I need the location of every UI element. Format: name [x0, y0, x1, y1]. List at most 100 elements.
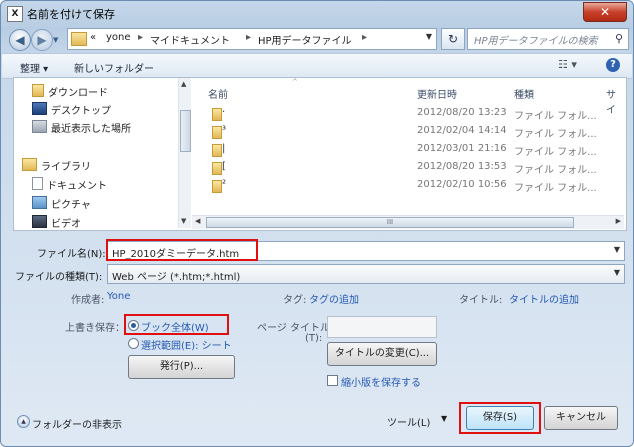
nav-item-label: ダウンロード: [48, 88, 108, 99]
refresh-button[interactable]: ↻: [441, 28, 465, 50]
file-name: ·: [222, 107, 226, 118]
highlight-box: [106, 239, 258, 261]
save-thumbnail-label[interactable]: 縮小版を保存する: [341, 374, 421, 389]
hide-folders-button[interactable]: フォルダーの非表示: [32, 416, 122, 431]
tags-label: タグ:: [283, 295, 307, 306]
address-bar[interactable]: « yone ▸ マイドキュメント ▸ HP用データファイル ▸ ▼: [67, 28, 437, 50]
page-title-input[interactable]: [327, 316, 437, 338]
breadcrumb-yone[interactable]: yone: [106, 32, 131, 43]
file-type: ファイル フォル...: [514, 165, 597, 176]
address-row: ◀ ▶ ▼ « yone ▸ マイドキュメント ▸ HP用データファイル ▸ ▼…: [1, 27, 633, 51]
selection-radio[interactable]: [128, 338, 139, 349]
scroll-down-icon[interactable]: ▼: [181, 217, 186, 225]
nav-item-downloads[interactable]: ダウンロード: [32, 84, 108, 99]
close-button[interactable]: ✕: [583, 2, 627, 22]
breadcrumb-my-documents[interactable]: マイドキュメント: [150, 32, 230, 47]
file-date: 2012/08/20 13:53: [417, 161, 507, 172]
window-title: 名前を付けて保存: [27, 8, 115, 21]
back-button[interactable]: ◀: [9, 29, 31, 51]
breadcrumb-hp-data[interactable]: HP用データファイル: [258, 32, 352, 47]
documents-icon: [32, 177, 43, 190]
help-icon[interactable]: ?: [606, 58, 620, 72]
filetype-select[interactable]: Web ページ (*.htm;*.html) ▼: [107, 264, 625, 284]
file-horizontal-scrollbar[interactable]: ◀ III ▶: [192, 215, 624, 229]
highlight-box: [459, 402, 541, 434]
back-arrow-icon: ◀: [15, 33, 25, 47]
table-row[interactable]: ² 2012/02/10 10:56 ファイル フォル...: [192, 178, 624, 194]
title-label: タイトル:: [459, 295, 503, 306]
search-input[interactable]: HP用データファイルの検索 ⚲: [467, 28, 629, 50]
organize-button[interactable]: 整理 ▾: [20, 60, 48, 75]
filename-label: ファイル名(N):: [37, 249, 106, 260]
file-type: ファイル フォル...: [514, 183, 597, 194]
tools-chevron-down-icon[interactable]: ▼: [441, 414, 447, 423]
chevron-down-icon[interactable]: ▼: [614, 245, 620, 254]
nav-item-desktop[interactable]: デスクトップ: [32, 102, 111, 117]
author-label: 作成者:: [71, 295, 105, 306]
file-type: ファイル フォル...: [514, 111, 597, 122]
table-row[interactable]: | 2012/03/01 21:16 ファイル フォル...: [192, 142, 624, 158]
nav-item-videos[interactable]: ビデオ: [32, 215, 81, 230]
nav-item-label: ライブラリ: [41, 162, 91, 173]
nav-item-documents[interactable]: ドキュメント: [32, 177, 107, 192]
file-list: ^ 名前 更新日時 種類 サイ · 2012/08/20 13:23 ファイル フォ…: [192, 78, 624, 214]
file-date: 2012/08/20 13:23: [417, 107, 507, 118]
recent-pages-dropdown[interactable]: ▼: [53, 36, 58, 44]
add-title-link[interactable]: タイトルの追加: [509, 291, 579, 306]
column-header-name[interactable]: 名前: [208, 86, 228, 101]
filetype-value: Web ページ (*.htm;*.html): [112, 272, 241, 283]
downloads-folder-icon: [32, 84, 44, 97]
highlight-box: [124, 314, 229, 335]
folder-icon: [212, 126, 222, 139]
nav-item-label: ピクチャ: [51, 200, 91, 211]
add-tags-link[interactable]: タグの追加: [309, 291, 359, 306]
author-value[interactable]: Yone: [107, 291, 130, 302]
scroll-thumb[interactable]: [180, 110, 191, 152]
file-type: ファイル フォル...: [514, 129, 597, 140]
breadcrumb-separator-icon[interactable]: ▸: [362, 32, 367, 43]
desktop-icon: [32, 102, 47, 115]
address-dropdown-icon[interactable]: ▼: [426, 32, 432, 41]
scroll-right-icon[interactable]: ▶: [616, 217, 621, 225]
column-header-type[interactable]: 種類: [514, 86, 534, 101]
videos-icon: [32, 215, 47, 228]
folder-icon: [212, 180, 222, 193]
scroll-up-icon[interactable]: ▲: [181, 80, 186, 88]
file-type: ファイル フォル...: [514, 147, 597, 158]
forward-button[interactable]: ▶: [31, 29, 53, 51]
new-folder-button[interactable]: 新しいフォルダー: [74, 60, 154, 75]
file-date: 2012/02/04 14:14: [417, 125, 507, 136]
scroll-left-icon[interactable]: ◀: [195, 217, 200, 225]
nav-item-recent-places[interactable]: 最近表示した場所: [32, 120, 131, 135]
view-options-icon[interactable]: ☷ ▾: [558, 58, 577, 71]
nav-item-label: ビデオ: [51, 219, 81, 230]
breadcrumb-separator-icon[interactable]: ▸: [246, 32, 251, 43]
selection-option[interactable]: 選択範囲(E): シート: [141, 337, 232, 352]
chevron-down-icon[interactable]: ▼: [614, 268, 620, 277]
tools-menu[interactable]: ツール(L): [387, 414, 430, 429]
publish-button[interactable]: 発行(P)...: [128, 355, 235, 379]
recent-places-icon: [32, 120, 47, 133]
file-date: 2012/02/10 10:56: [417, 179, 507, 190]
filetype-label: ファイルの種類(T):: [15, 272, 103, 283]
nav-item-libraries[interactable]: ライブラリ: [22, 158, 91, 173]
page-title-label-suffix: (T):: [305, 333, 323, 344]
table-row[interactable]: ³ 2012/02/04 14:14 ファイル フォル...: [192, 124, 624, 140]
nav-vertical-scrollbar[interactable]: ▲ ▼: [178, 78, 191, 228]
breadcrumb-separator-icon[interactable]: ▸: [138, 32, 143, 43]
change-title-button[interactable]: タイトルの変更(C)...: [327, 342, 437, 366]
refresh-icon: ↻: [447, 32, 459, 46]
libraries-icon: [22, 158, 37, 171]
cancel-button[interactable]: キャンセル: [544, 406, 618, 430]
nav-item-pictures[interactable]: ピクチャ: [32, 196, 91, 211]
column-header-date[interactable]: 更新日時: [417, 86, 457, 101]
nav-item-label: デスクトップ: [51, 106, 111, 117]
command-bar: 整理 ▾ 新しいフォルダー ☷ ▾ ?: [2, 53, 632, 79]
hide-folders-icon[interactable]: ▲: [17, 415, 30, 428]
breadcrumb-overflow[interactable]: «: [90, 32, 96, 43]
table-row[interactable]: · 2012/08/20 13:23 ファイル フォル...: [192, 106, 624, 122]
scroll-thumb[interactable]: III: [206, 217, 574, 228]
file-name: ²: [222, 179, 227, 190]
table-row[interactable]: [2012/08/20 13:53 ファイル フォル...: [192, 160, 624, 176]
save-thumbnail-checkbox[interactable]: [327, 375, 338, 386]
